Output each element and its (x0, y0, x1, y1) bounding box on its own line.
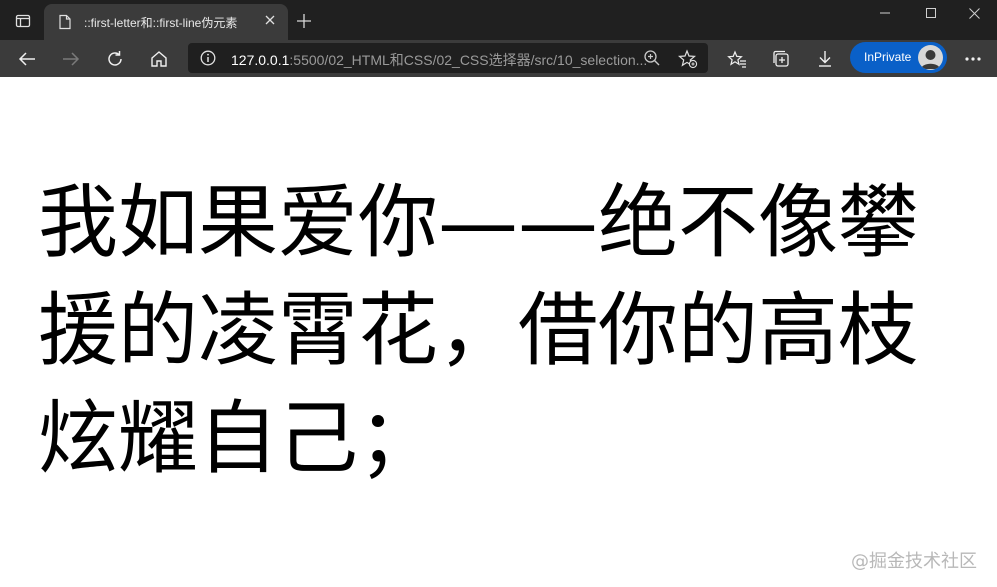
url-host: 127.0.0.1 (231, 52, 290, 68)
close-icon (265, 15, 275, 25)
downloads-button[interactable] (810, 44, 840, 74)
zoom-icon[interactable] (643, 49, 661, 67)
download-icon (819, 51, 831, 67)
forward-button[interactable] (56, 44, 86, 74)
info-icon[interactable] (200, 50, 216, 66)
maximize-button[interactable] (908, 0, 954, 26)
address-bar[interactable]: 127.0.0.1:5500/02_HTML和CSS/02_CSS选择器/src… (188, 43, 708, 73)
more-icon (965, 57, 981, 61)
tab-close-button[interactable] (262, 13, 278, 29)
new-tab-button[interactable] (292, 9, 316, 33)
tab-title: ::first-letter和::first-line伪元素 (84, 16, 238, 30)
minimize-button[interactable] (862, 0, 908, 26)
back-arrow-icon (18, 52, 35, 66)
back-button[interactable] (12, 44, 42, 74)
title-bar: ::first-letter和::first-line伪元素 (0, 0, 997, 40)
profile-icon (921, 50, 940, 69)
watermark: @掘金技术社区 (851, 551, 977, 572)
url-path: :5500/02_HTML和CSS/02_CSS选择器/src/10_selec… (289, 52, 648, 68)
forward-arrow-icon (63, 52, 80, 66)
collections-button[interactable] (766, 44, 796, 74)
page-icon (59, 14, 71, 30)
refresh-icon (108, 51, 122, 66)
more-button[interactable] (958, 44, 988, 74)
page-content: 我如果爱你——绝不像攀援的凌霄花，借你的高枝炫耀自己； @掘金技术社区 (0, 77, 997, 587)
add-favorite-icon[interactable] (678, 49, 698, 69)
favorites-icon (727, 50, 746, 68)
poem-text: 我如果爱你——绝不像攀援的凌霄花，借你的高枝炫耀自己； (38, 176, 918, 485)
url-text[interactable]: 127.0.0.1:5500/02_HTML和CSS/02_CSS选择器/src… (231, 50, 647, 70)
home-icon (151, 51, 167, 67)
minimize-icon (880, 12, 890, 14)
toolbar: 127.0.0.1:5500/02_HTML和CSS/02_CSS选择器/src… (0, 40, 997, 77)
avatar (918, 45, 943, 70)
refresh-button[interactable] (100, 44, 130, 74)
collections-icon (773, 50, 789, 67)
maximize-icon (926, 8, 936, 18)
tab-active[interactable]: ::first-letter和::first-line伪元素 (44, 4, 288, 40)
close-window-icon (968, 7, 980, 19)
tab-actions-button[interactable] (8, 6, 38, 36)
plus-icon (297, 14, 311, 28)
home-button[interactable] (144, 44, 174, 74)
inprivate-label: InPrivate (864, 50, 912, 64)
inprivate-button[interactable]: InPrivate (850, 42, 947, 73)
tab-actions-icon (15, 14, 31, 28)
window-close-button[interactable] (951, 0, 997, 26)
favorites-button[interactable] (722, 44, 752, 74)
